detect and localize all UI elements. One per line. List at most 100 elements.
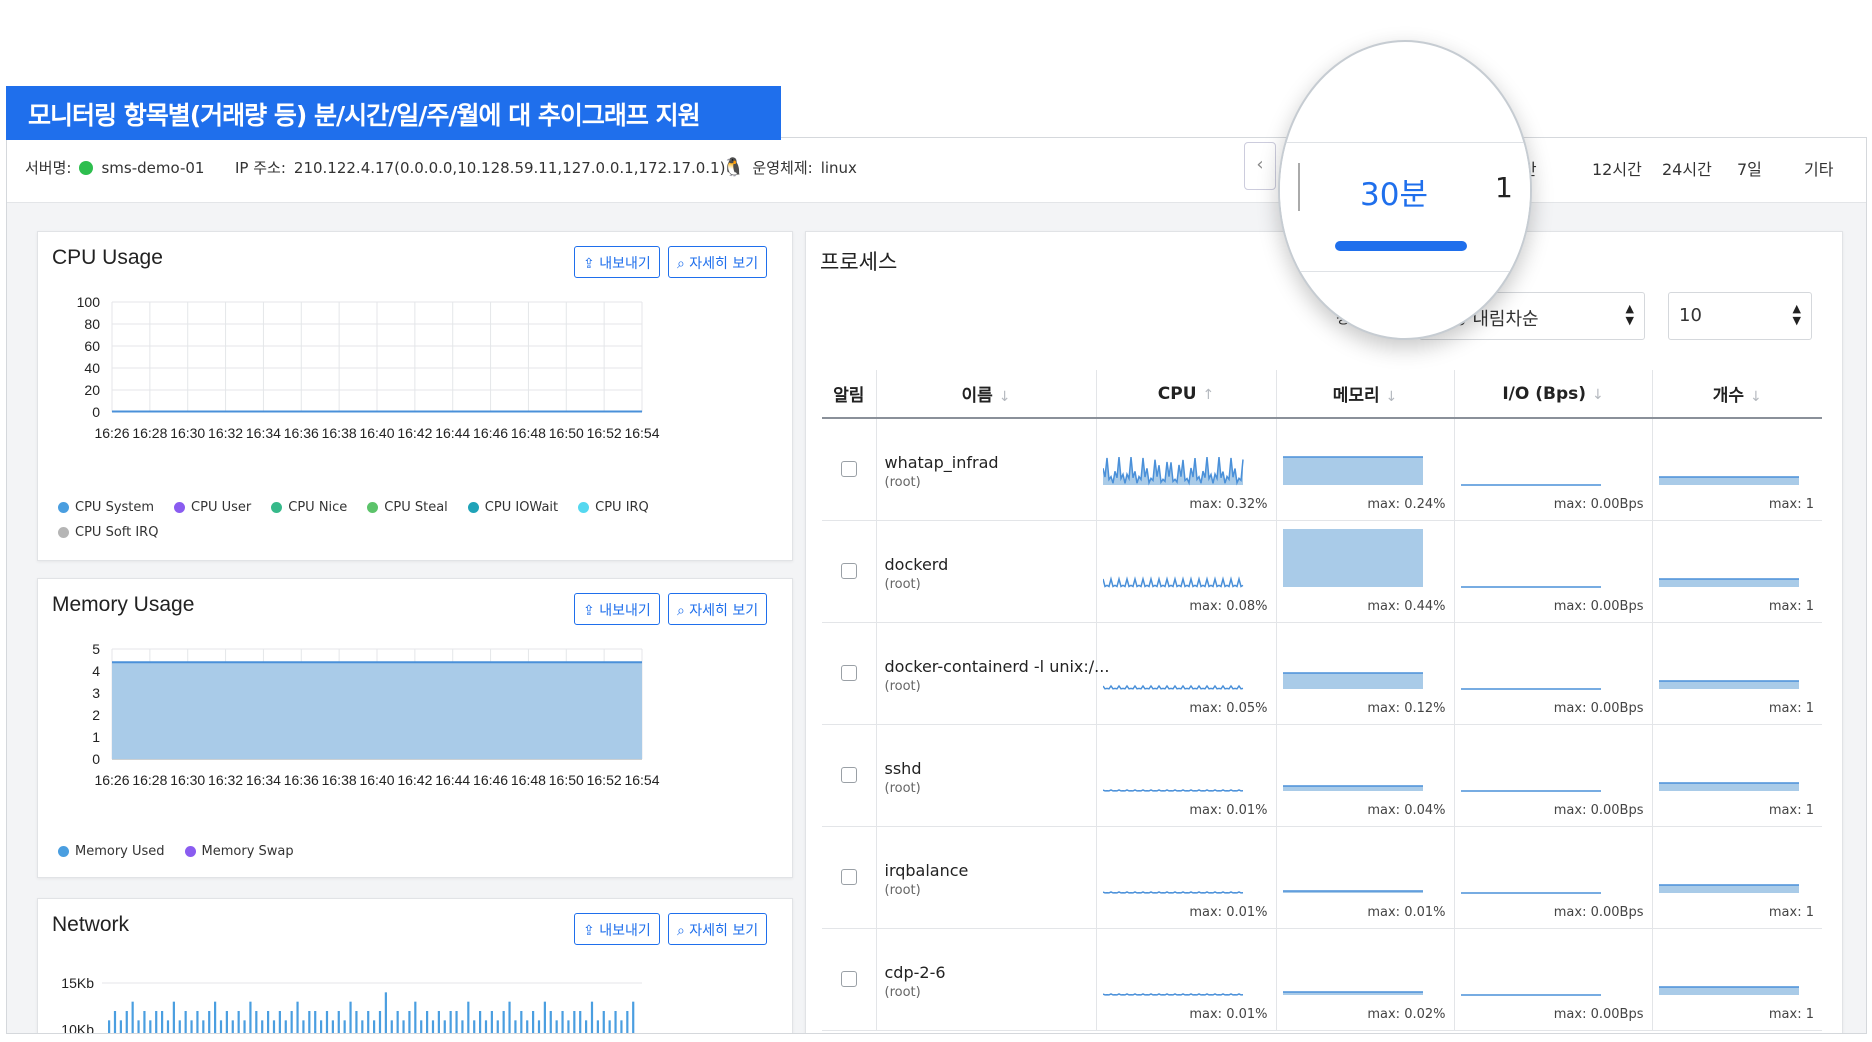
sparkline-line xyxy=(1102,992,1243,996)
sort-down-icon: ↓ xyxy=(1385,389,1398,405)
count-max: max: 1 xyxy=(1768,1006,1814,1022)
tab-12-hours[interactable]: 12시간 xyxy=(1592,156,1642,180)
network-bar xyxy=(320,1020,323,1033)
x-tick-label: 16:34 xyxy=(246,772,281,788)
io-max: max: 0.00Bps xyxy=(1553,904,1644,920)
memory-sparkline xyxy=(1282,784,1423,791)
x-tick-label: 16:44 xyxy=(435,425,470,441)
memory-export-button[interactable]: ⇪ 내보내기 xyxy=(574,593,660,625)
legend-item[interactable]: CPU User xyxy=(174,500,251,515)
network-bar xyxy=(408,1011,411,1033)
network-bar xyxy=(255,1011,258,1033)
tab-7-days[interactable]: 7일 xyxy=(1737,156,1762,180)
network-bar xyxy=(378,1011,382,1033)
memory-used-area xyxy=(112,662,642,759)
process-row[interactable]: whatap_infrad (root) max: 0.32% max: 0.24% m… xyxy=(822,418,1822,521)
network-bar xyxy=(225,1011,228,1033)
network-bar xyxy=(373,1020,376,1033)
network-bar xyxy=(455,1011,458,1033)
name-cell: dockerd (root) xyxy=(876,520,1097,623)
memory-sparkline xyxy=(1282,889,1423,893)
legend-item[interactable]: Memory Used xyxy=(58,844,165,859)
network-detail-button[interactable]: ⌕ 자세히 보기 xyxy=(668,913,768,945)
network-export-button[interactable]: ⇪ 내보내기 xyxy=(574,913,660,945)
legend-item[interactable]: CPU Soft IRQ xyxy=(58,525,158,540)
alarm-checkbox[interactable] xyxy=(840,970,857,987)
memory-cell: max: 0.04% xyxy=(1276,724,1455,827)
x-tick-label: 16:40 xyxy=(359,425,394,441)
header-io[interactable]: I/O (Bps) ↓ xyxy=(1454,370,1653,419)
collapse-panel-button[interactable]: ‹ xyxy=(1244,142,1276,190)
status-dot-icon xyxy=(79,160,94,175)
legend-label: CPU Nice xyxy=(288,500,348,515)
header-name[interactable]: 이름 ↓ xyxy=(876,370,1097,419)
sparkline-area xyxy=(1658,884,1799,893)
cpu-max: max: 0.32% xyxy=(1189,496,1268,512)
legend-item[interactable]: CPU Nice xyxy=(271,500,347,515)
process-row[interactable]: sshd (root) max: 0.01% max: 0.04% max: 0.00B… xyxy=(822,724,1822,827)
sort-down-icon: ↓ xyxy=(998,389,1011,405)
alarm-checkbox[interactable] xyxy=(840,562,857,579)
io-sparkline xyxy=(1460,789,1601,792)
io-sparkline xyxy=(1460,484,1601,486)
process-count-select[interactable]: 10 ▲ ▼ xyxy=(1668,292,1812,340)
memory-cell: max: 0.02% xyxy=(1276,928,1455,1031)
sparkline-area xyxy=(1658,680,1799,689)
x-tick-label: 16:34 xyxy=(246,425,281,441)
x-tick-label: 16:32 xyxy=(208,772,243,788)
x-tick-label: 16:38 xyxy=(322,425,357,441)
io-max: max: 0.00Bps xyxy=(1553,496,1644,512)
process-row[interactable]: irqbalance (root) max: 0.01% max: 0.01% max:… xyxy=(822,826,1822,929)
process-user: (root) xyxy=(884,576,921,592)
sparkline-area xyxy=(1658,986,1799,995)
alarm-checkbox[interactable] xyxy=(840,664,857,681)
header-cpu[interactable]: CPU ↑ xyxy=(1096,370,1277,419)
memory-chart: 0 1 2 3 4 5 16:26 16:28 16:30 16:32 16:34 16:36 16:3… xyxy=(92,641,660,788)
header-count[interactable]: 개수 ↓ xyxy=(1652,370,1822,419)
process-row[interactable]: dockerd (root) max: 0.08% max: 0.44% max: 0.… xyxy=(822,520,1822,623)
legend-item[interactable]: CPU Steal xyxy=(367,500,448,515)
y-tick-label: 80 xyxy=(84,316,100,332)
network-bar xyxy=(549,1011,552,1033)
count-max: max: 1 xyxy=(1768,496,1814,512)
header-memory[interactable]: 메모리 ↓ xyxy=(1276,370,1455,419)
network-bar xyxy=(555,1020,558,1033)
network-bar xyxy=(331,1020,334,1033)
alarm-cell xyxy=(822,724,877,827)
cpu-export-button[interactable]: ⇪ 내보내기 xyxy=(574,246,660,278)
sparkline-area xyxy=(1658,477,1799,485)
network-bar xyxy=(585,1020,588,1033)
legend-item[interactable]: CPU System xyxy=(58,500,154,515)
memory-detail-button[interactable]: ⌕ 자세히 보기 xyxy=(668,593,768,625)
network-bar xyxy=(166,1020,170,1033)
alarm-checkbox[interactable] xyxy=(840,461,857,477)
tab-24-hours[interactable]: 24시간 xyxy=(1662,156,1712,180)
tab-other[interactable]: 기타 xyxy=(1804,156,1833,180)
process-row[interactable]: cdp-2-6 (root) max: 0.01% max: 0.02% max: 0.… xyxy=(822,928,1822,1031)
cpu-detail-button[interactable]: ⌕ 자세히 보기 xyxy=(668,246,768,278)
process-row[interactable]: docker-containerd -l unix:/... (root) max:… xyxy=(822,622,1822,725)
tab-1-hour-magnified[interactable]: 1 xyxy=(1495,171,1513,204)
alarm-checkbox[interactable] xyxy=(840,766,857,783)
count-sparkline xyxy=(1658,883,1799,893)
network-bar xyxy=(355,1011,358,1033)
legend-item[interactable]: CPU IOWait xyxy=(467,500,559,515)
sparkline-area xyxy=(1282,457,1423,485)
tab-30-min-active[interactable]: 30분 xyxy=(1360,169,1428,214)
alarm-checkbox[interactable] xyxy=(840,868,857,885)
legend-item[interactable]: CPU IRQ xyxy=(578,500,649,515)
network-bar xyxy=(184,1011,187,1033)
sparkline-line xyxy=(1102,890,1243,894)
memory-cell: max: 0.44% xyxy=(1276,520,1455,623)
sparkline-line xyxy=(1102,575,1243,588)
detail-label: 자세히 보기 xyxy=(689,256,759,272)
network-bar xyxy=(261,1020,264,1033)
network-bar xyxy=(420,1020,423,1033)
network-bar xyxy=(290,1011,293,1033)
legend-item[interactable]: Memory Swap xyxy=(184,844,294,859)
legend-label: CPU IOWait xyxy=(484,500,559,515)
network-bar xyxy=(620,1020,623,1033)
count-sparkline xyxy=(1658,679,1799,689)
legend-dot-icon xyxy=(58,846,69,857)
network-bar xyxy=(443,1020,446,1033)
